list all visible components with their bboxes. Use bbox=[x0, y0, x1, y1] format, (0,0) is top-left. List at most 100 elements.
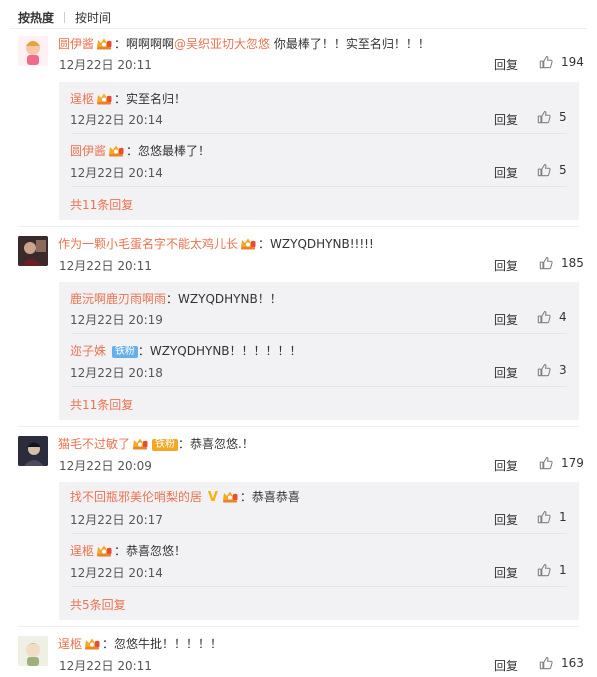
tab-by-popularity[interactable]: 按热度 bbox=[18, 9, 54, 26]
reply-button[interactable]: 回复 bbox=[494, 164, 518, 181]
reply-button[interactable]: 回复 bbox=[494, 657, 518, 674]
avatar[interactable] bbox=[18, 236, 48, 266]
like-button[interactable]: 194 bbox=[539, 55, 584, 69]
comment-text: 圆伊酱 ：啊啊啊啊@吴织亚切大忽悠 你最棒了！！实至名归！！！ bbox=[58, 35, 430, 52]
thumbs-up-icon bbox=[537, 363, 551, 377]
reply-button[interactable]: 回复 bbox=[494, 364, 518, 381]
reply-body: 实至名归！ bbox=[126, 92, 187, 106]
thumbs-up-icon bbox=[539, 656, 553, 670]
thumbs-up-icon bbox=[539, 256, 553, 270]
crown-vip-icon[interactable] bbox=[96, 37, 112, 50]
crown-vip-icon[interactable] bbox=[132, 437, 148, 450]
thumbs-up-icon bbox=[539, 55, 553, 69]
thumbs-up-icon bbox=[537, 310, 551, 324]
tab-by-time[interactable]: 按时间 bbox=[75, 9, 111, 26]
reply-button[interactable]: 回复 bbox=[494, 511, 518, 528]
fan-badge[interactable]: 铁粉 bbox=[111, 346, 138, 358]
sort-tabs: 按热度 按时间 bbox=[18, 8, 111, 26]
like-count: 194 bbox=[561, 55, 584, 69]
divider bbox=[71, 586, 567, 587]
comment-text: 猫毛不过敏了 铁粉 ：恭喜忽悠.！ bbox=[58, 435, 254, 452]
crown-vip-icon[interactable] bbox=[96, 544, 112, 557]
verified-v-icon[interactable]: V bbox=[208, 490, 218, 505]
thumbs-up-icon bbox=[539, 456, 553, 470]
more-replies-link[interactable]: 共11条回复 bbox=[70, 196, 133, 213]
divider bbox=[71, 533, 567, 534]
comment-body: 啊啊啊啊 bbox=[126, 37, 175, 51]
reply-button[interactable]: 回复 bbox=[494, 564, 518, 581]
like-button[interactable]: 5 bbox=[537, 110, 567, 124]
reply-time: 12月22日 20:18 bbox=[70, 366, 163, 380]
colon: ： bbox=[137, 344, 150, 358]
comment-body: 忽悠牛批！！！！！ bbox=[114, 637, 223, 651]
like-button[interactable]: 5 bbox=[537, 163, 567, 177]
reply-body: WZYQDHYNB！！ bbox=[178, 292, 282, 306]
reply-text: 鹿沅啊鹿刃雨啊雨：WZYQDHYNB！！ bbox=[70, 290, 282, 307]
reply-body: WZYQDHYNB！！！！！！ bbox=[149, 344, 302, 358]
comment-body: 你最棒了！！实至名归！！！ bbox=[270, 37, 430, 51]
reply-text: 迩子姝 铁粉 ：WZYQDHYNB！！！！！！ bbox=[70, 342, 302, 359]
like-button[interactable]: 179 bbox=[539, 456, 584, 470]
avatar[interactable] bbox=[18, 436, 48, 466]
comment-divider bbox=[18, 626, 579, 627]
reply-time: 12月22日 20:17 bbox=[70, 513, 163, 527]
reply-button[interactable]: 回复 bbox=[494, 56, 518, 73]
reply-button[interactable]: 回复 bbox=[494, 111, 518, 128]
reply-time: 12月22日 20:14 bbox=[70, 113, 163, 127]
reply-time: 12月22日 20:14 bbox=[70, 166, 163, 180]
comment-username[interactable]: 作为一颗小毛蛋名字不能太鸡儿长 bbox=[58, 237, 238, 251]
like-count: 1 bbox=[559, 563, 567, 577]
like-count: 1 bbox=[559, 510, 567, 524]
reply-button[interactable]: 回复 bbox=[494, 311, 518, 328]
like-button[interactable]: 4 bbox=[537, 310, 567, 324]
crown-vip-icon[interactable] bbox=[108, 144, 124, 157]
like-button[interactable]: 163 bbox=[539, 656, 584, 670]
comment-username[interactable]: 圆伊酱 bbox=[58, 37, 94, 51]
fan-badge[interactable]: 铁粉 bbox=[152, 439, 179, 451]
comment-time: 12月22日 20:11 bbox=[59, 659, 152, 673]
like-button[interactable]: 3 bbox=[537, 363, 567, 377]
crown-vip-icon[interactable] bbox=[96, 92, 112, 105]
like-count: 5 bbox=[559, 163, 567, 177]
divider bbox=[71, 333, 567, 334]
more-replies-link[interactable]: 共5条回复 bbox=[70, 596, 126, 613]
reply-body: 恭喜忽悠！ bbox=[126, 544, 187, 558]
like-button[interactable]: 1 bbox=[537, 563, 567, 577]
reply-time: 12月22日 20:14 bbox=[70, 566, 163, 580]
reply-username[interactable]: 鹿沅啊鹿刃雨啊雨 bbox=[70, 292, 166, 306]
reply-button[interactable]: 回复 bbox=[494, 457, 518, 474]
reply-button[interactable]: 回复 bbox=[494, 257, 518, 274]
reply-text: 找不回瓶邪美伦哨梨的居 V ：恭喜恭喜 bbox=[70, 488, 300, 505]
comment-body: 恭喜忽悠.！ bbox=[190, 437, 254, 451]
avatar[interactable] bbox=[18, 636, 48, 666]
like-count: 5 bbox=[559, 110, 567, 124]
thumbs-up-icon bbox=[537, 110, 551, 124]
crown-vip-icon[interactable] bbox=[84, 637, 100, 650]
thumbs-up-icon bbox=[537, 163, 551, 177]
colon: ： bbox=[114, 37, 127, 51]
comment-time: 12月22日 20:09 bbox=[59, 459, 152, 473]
like-button[interactable]: 185 bbox=[539, 256, 584, 270]
like-button[interactable]: 1 bbox=[537, 510, 567, 524]
crown-vip-icon[interactable] bbox=[222, 490, 238, 503]
more-replies-link[interactable]: 共11条回复 bbox=[70, 396, 133, 413]
reply-username[interactable]: 圆伊酱 bbox=[70, 144, 106, 158]
reply-body: 恭喜恭喜 bbox=[251, 490, 300, 504]
crown-vip-icon[interactable] bbox=[240, 237, 256, 250]
tabs-divider-line bbox=[10, 28, 587, 29]
comment-text: 作为一颗小毛蛋名字不能太鸡儿长 ：WZYQDHYNB!!!!! bbox=[58, 235, 374, 252]
comment-username[interactable]: 猫毛不过敏了 bbox=[58, 437, 130, 451]
avatar[interactable] bbox=[18, 36, 48, 66]
reply-username[interactable]: 逞柩 bbox=[70, 92, 94, 106]
mention-link[interactable]: @吴织亚切大忽悠 bbox=[174, 37, 270, 51]
reply-list: 鹿沅啊鹿刃雨啊雨：WZYQDHYNB！！ 12月22日 20:19 回复 4 迩… bbox=[59, 282, 579, 420]
reply-time: 12月22日 20:19 bbox=[70, 313, 163, 327]
reply-username[interactable]: 逞柩 bbox=[70, 544, 94, 558]
colon: ： bbox=[114, 544, 127, 558]
comment-body: WZYQDHYNB!!!!! bbox=[270, 237, 374, 251]
reply-body: 忽悠最棒了！ bbox=[138, 144, 211, 158]
reply-username[interactable]: 找不回瓶邪美伦哨梨的居 bbox=[70, 490, 202, 504]
comment-username[interactable]: 逞柩 bbox=[58, 637, 82, 651]
reply-username[interactable]: 迩子姝 bbox=[70, 344, 106, 358]
like-count: 179 bbox=[561, 456, 584, 470]
